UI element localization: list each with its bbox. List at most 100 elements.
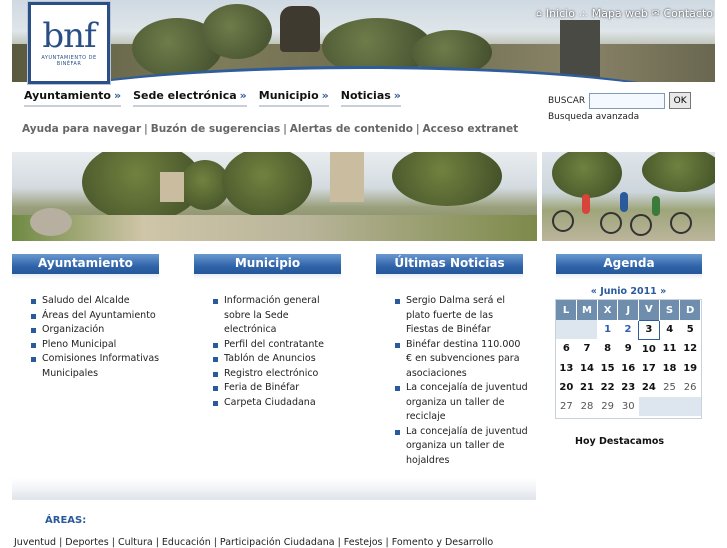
cyclist-image — [652, 196, 660, 216]
calendar-week: 1 2 3 4 5 — [556, 319, 701, 340]
calendar-day: 13 — [559, 362, 574, 374]
calendar-day: 14 — [580, 362, 594, 374]
separator: | — [59, 537, 63, 548]
area-link-deportes[interactable]: Deportes — [65, 537, 108, 548]
list-item-link[interactable]: Organización — [42, 324, 104, 335]
help-link[interactable]: Ayuda para navegar — [22, 123, 141, 135]
list-item[interactable]: Tablón de Anuncios — [212, 352, 344, 367]
news-item[interactable]: La concejalía de juventud organiza un ta… — [394, 425, 528, 469]
weekday-header: X — [597, 300, 619, 320]
logo-subtitle: AYUNTAMIENTO DE BINÉFAR — [41, 55, 97, 67]
search-row: BUSCAR OK — [548, 92, 692, 109]
section-header-municipio[interactable]: Municipio — [194, 254, 341, 280]
calendar-day-event[interactable]: 2 — [618, 320, 639, 339]
news-item-link[interactable]: La concejalía de juventud organiza un ta… — [406, 426, 528, 466]
search-button[interactable]: OK — [669, 92, 692, 109]
area-link-fomento[interactable]: Fomento y Desarrollo — [392, 537, 494, 548]
separator: | — [155, 537, 159, 548]
nav-item-noticias[interactable]: Noticias» — [340, 89, 401, 107]
calendar-day: 23 — [621, 382, 636, 394]
logo[interactable]: bnf AYUNTAMIENTO DE BINÉFAR — [27, 1, 111, 85]
calendar-day: 5 — [686, 324, 694, 336]
news-item[interactable]: La concejalía de juventud organiza un ta… — [394, 381, 528, 425]
monument-image — [560, 20, 600, 78]
top-link-contacto[interactable]: Contacto — [663, 7, 713, 20]
news-item-link[interactable]: Binéfar destina 110.000 € en subvencione… — [406, 339, 520, 379]
list-item[interactable]: Registro electrónico — [212, 367, 344, 382]
calendar-day: 16 — [621, 362, 636, 374]
building-image — [330, 152, 364, 202]
top-link-separator: .:. — [578, 8, 588, 19]
nav-label: Municipio — [258, 89, 319, 102]
nav-item-municipio[interactable]: Municipio» — [258, 89, 329, 107]
suggestions-link[interactable]: Buzón de sugerencias — [151, 123, 281, 135]
section-header-agenda[interactable]: Agenda — [556, 254, 702, 280]
top-link-mapa-web[interactable]: Mapa web — [592, 7, 648, 20]
calendar-day: 30 — [621, 401, 635, 413]
list-item[interactable]: Pleno Municipal — [30, 338, 170, 353]
area-link-educacion[interactable]: Educación — [162, 537, 211, 548]
section-title: Ayuntamiento — [38, 256, 133, 270]
list-item[interactable]: Carpeta Ciudadana — [212, 396, 344, 411]
list-item-link[interactable]: Áreas del Ayuntamiento — [42, 310, 156, 321]
calendar-day: 29 — [601, 401, 614, 413]
calendar-week: 27 28 29 30 — [556, 397, 701, 417]
list-item-link[interactable]: Registro electrónico — [224, 368, 318, 379]
list-item-link[interactable]: Información general sobre la Sede electr… — [224, 295, 320, 335]
calendar-day-event[interactable]: 1 — [597, 320, 618, 339]
list-item-link[interactable]: Feria de Binéfar — [224, 382, 299, 393]
list-item-link[interactable]: Carpeta Ciudadana — [224, 397, 316, 408]
list-item-link[interactable]: Saludo del Alcalde — [42, 295, 130, 306]
areas-list: Juventud | Deportes | Cultura | Educación | Part… — [14, 537, 493, 548]
nav-item-ayuntamiento[interactable]: Ayuntamiento» — [24, 89, 122, 107]
calendar-day-empty — [576, 320, 598, 340]
list-item-link[interactable]: Perfil del contratante — [224, 339, 324, 350]
list-item[interactable]: Perfil del contratante — [212, 338, 344, 353]
photo-banner — [12, 152, 537, 241]
separator: | — [144, 123, 148, 135]
list-item[interactable]: Saludo del Alcalde — [30, 294, 170, 309]
list-item[interactable]: Información general sobre la Sede electr… — [212, 294, 344, 338]
section-header-ayuntamiento[interactable]: Ayuntamiento — [12, 254, 159, 280]
list-item[interactable]: Áreas del Ayuntamiento — [30, 309, 170, 324]
news-item-link[interactable]: Sergio Dalma será el plato fuerte de las… — [406, 295, 505, 335]
area-link-festejos[interactable]: Festejos — [344, 537, 383, 548]
extranet-link[interactable]: Acceso extranet — [423, 123, 519, 135]
area-link-juventud[interactable]: Juventud — [14, 537, 56, 548]
section-title: Municipio — [234, 256, 301, 270]
calendar-day: 4 — [666, 324, 674, 336]
list-item-link[interactable]: Pleno Municipal — [42, 339, 116, 350]
highlights-heading: Hoy Destacamos — [575, 436, 665, 447]
calendar-day: 18 — [662, 362, 677, 374]
news-item-link[interactable]: La concejalía de juventud organiza un ta… — [406, 382, 528, 422]
nav-item-sede-electronica[interactable]: Sede electrónica» — [133, 89, 247, 107]
calendar-day: 17 — [641, 362, 656, 374]
section-title: Agenda — [603, 256, 655, 270]
list-item[interactable]: Organización — [30, 323, 170, 338]
calendar-day: 8 — [604, 343, 612, 355]
separator: | — [385, 537, 389, 548]
nav-label: Sede electrónica — [133, 89, 237, 102]
top-link-inicio[interactable]: Inicio — [546, 7, 575, 20]
list-item[interactable]: Comisiones Informativas Municipales — [30, 352, 170, 381]
list-item-link[interactable]: Tablón de Anuncios — [224, 353, 316, 364]
section-title: Últimas Noticias — [394, 256, 505, 270]
tree-image — [392, 152, 502, 206]
search-input[interactable] — [589, 92, 666, 109]
list-item[interactable]: Feria de Binéfar — [212, 381, 344, 396]
weekday-header: L — [556, 300, 578, 320]
calendar-day-today[interactable]: 3 — [638, 319, 660, 340]
section-header-noticias[interactable]: Últimas Noticias — [376, 254, 523, 280]
area-link-cultura[interactable]: Cultura — [118, 537, 153, 548]
tree-image — [552, 152, 622, 198]
news-item[interactable]: Binéfar destina 110.000 € en subvencione… — [394, 338, 528, 382]
calendar-day: 21 — [580, 382, 594, 394]
calendar-day: 15 — [600, 362, 615, 374]
area-link-participacion[interactable]: Participación Ciudadana — [220, 537, 335, 548]
calendar-month-nav[interactable]: « Junio 2011 » — [556, 286, 701, 297]
alerts-link[interactable]: Alertas de contenido — [290, 123, 413, 135]
calendar-day-empty — [679, 397, 701, 417]
list-item-link[interactable]: Comisiones Informativas Municipales — [42, 353, 159, 379]
news-item[interactable]: Sergio Dalma será el plato fuerte de las… — [394, 294, 528, 338]
advanced-search-link[interactable]: Busqueda avanzada — [548, 112, 691, 122]
